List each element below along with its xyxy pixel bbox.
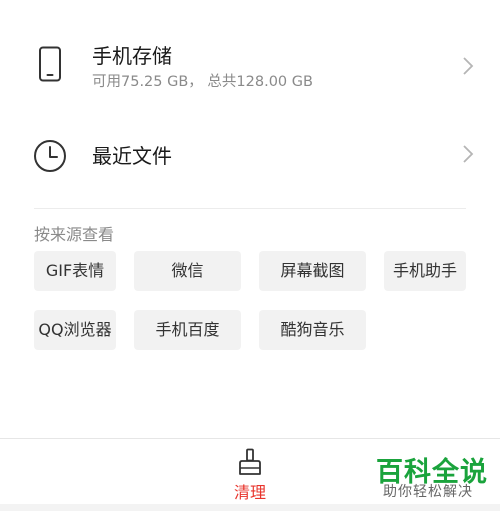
clean-label: 清理 [233,483,266,502]
chip-gif-stickers[interactable]: GIF表情 [34,251,116,291]
chip-phone-assistant[interactable]: 手机助手 [384,251,466,291]
phone-storage-row[interactable]: 手机存储 可用75.25 GB， 总共128.00 GB [0,30,500,100]
bottom-strip [0,504,500,511]
phone-storage-title: 手机存储 [92,44,172,68]
recent-files-title: 最近文件 [92,144,172,168]
bottom-bar-border [0,438,500,439]
chip-wechat[interactable]: 微信 [134,251,241,291]
chevron-right-icon [463,57,474,75]
clean-button[interactable]: 清理 [220,444,280,504]
section-divider [34,208,466,209]
chip-kugou-music[interactable]: 酷狗音乐 [259,310,366,350]
phone-icon [39,46,61,82]
chip-qq-browser[interactable]: QQ浏览器 [34,310,116,350]
chevron-right-icon [463,145,474,163]
recent-files-row[interactable]: 最近文件 [0,128,500,184]
chip-screenshots[interactable]: 屏幕截图 [259,251,366,291]
chip-baidu[interactable]: 手机百度 [134,310,241,350]
storage-capacity-text: 可用75.25 GB， 总共128.00 GB [92,74,313,90]
broom-icon [239,448,261,475]
browse-by-source-label: 按来源查看 [34,225,115,244]
clock-icon [34,140,66,172]
watermark-slogan: 助你轻松解决 [383,484,473,500]
